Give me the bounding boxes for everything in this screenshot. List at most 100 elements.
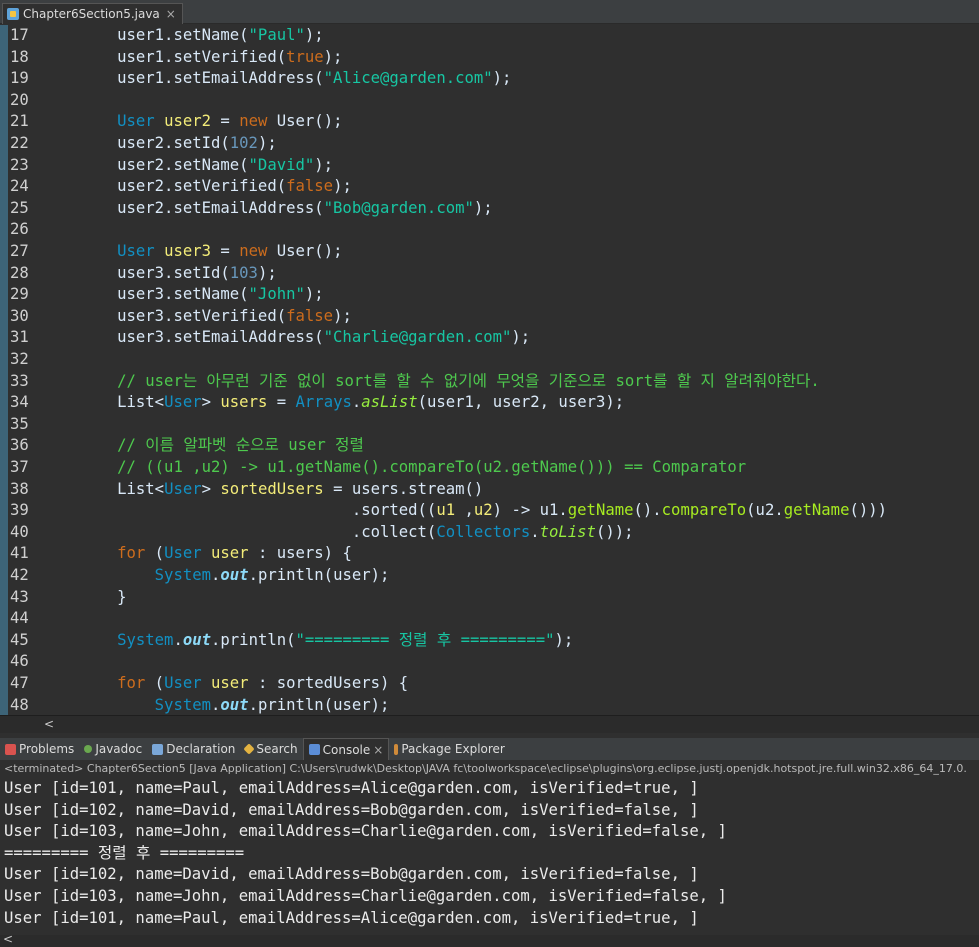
line-number: 42	[10, 566, 29, 584]
package-explorer-icon	[394, 743, 399, 755]
console-line: User [id=101, name=Paul, emailAddress=Al…	[4, 908, 699, 927]
code-line: 23 user2.setName("David");	[0, 155, 979, 177]
code-line: 30 user3.setVerified(false);	[0, 306, 979, 328]
code-line: 17 user1.setName("Paul");	[0, 25, 979, 47]
close-icon[interactable]: ×	[166, 7, 176, 21]
line-number: 24	[10, 177, 29, 196]
tab-declaration[interactable]: Declaration	[147, 738, 240, 760]
code-line: 48 System.out.println(user);	[0, 695, 979, 715]
code-line: 27 User user3 = new User();	[0, 241, 979, 263]
code-text: List<User> sortedUsers = users.stream()	[117, 479, 484, 498]
code-text: System.out.println(user);	[154, 695, 390, 714]
code-text: }	[117, 587, 127, 606]
code-line: 36 // 이름 알파벳 순으로 user 정렬	[0, 435, 979, 457]
scroll-left-icon[interactable]: <	[44, 717, 54, 731]
code-line: 38 List<User> sortedUsers = users.stream…	[0, 479, 979, 501]
code-line: 39 .sorted((u1 ,u2) -> u1.getName().comp…	[0, 500, 979, 522]
line-number: 41	[10, 544, 29, 563]
line-number: 46	[10, 652, 29, 671]
code-line: 40 .collect(Collectors.toList());	[0, 522, 979, 544]
java-file-icon	[7, 8, 19, 20]
console-line: User [id=103, name=John, emailAddress=Ch…	[4, 886, 727, 905]
line-number: 40	[10, 522, 29, 541]
code-line: 37 // ((u1 ,u2) -> u1.getName().compareT…	[0, 457, 979, 479]
tab-package-explorer[interactable]: Package Explorer	[389, 738, 510, 760]
tab-javadoc[interactable]: Javadoc	[79, 738, 147, 760]
line-number: 20	[10, 90, 29, 109]
tab-label: Javadoc	[95, 742, 143, 756]
line-number: 38	[10, 479, 29, 498]
code-text: user1.setName("Paul");	[117, 26, 334, 44]
editor-tab-chapter6section5[interactable]: Chapter6Section5.java ×	[2, 3, 183, 24]
code-line: 34 List<User> users = Arrays.asList(user…	[0, 392, 979, 414]
code-line: 44	[0, 608, 979, 630]
line-number: 33	[10, 371, 29, 390]
code-line: 20	[0, 90, 979, 112]
tab-search[interactable]: Search	[240, 738, 302, 760]
code-text: user1.setVerified(true);	[117, 47, 343, 66]
code-line: 26	[0, 219, 979, 241]
line-number: 44	[10, 609, 29, 628]
console-status-line: <terminated> Chapter6Section5 [Java Appl…	[0, 761, 979, 777]
console-icon	[308, 744, 320, 755]
problems-icon	[5, 743, 16, 755]
line-number: 43	[10, 587, 29, 606]
line-number: 45	[10, 630, 29, 649]
line-number: 19	[10, 69, 29, 88]
code-text: .collect(Collectors.toList());	[342, 522, 634, 541]
line-number: 47	[10, 674, 29, 692]
line-number: 32	[10, 350, 29, 368]
code-line: 24 user2.setVerified(false);	[0, 176, 979, 198]
code-text: for (User user : users) {	[117, 544, 352, 563]
declaration-icon	[152, 743, 164, 755]
code-line: 41 for (User user : users) {	[0, 543, 979, 565]
editor-tab-bar: Chapter6Section5.java ×	[0, 0, 979, 24]
tab-console[interactable]: Console ×	[302, 738, 390, 760]
code-line: 28 user3.setId(103);	[0, 263, 979, 285]
code-line: 21 User user2 = new User();	[0, 111, 979, 133]
code-line: 31 user3.setEmailAddress("Charlie@garden…	[0, 327, 979, 349]
code-text: user3.setName("John");	[117, 285, 324, 304]
line-number: 48	[10, 695, 29, 714]
line-number: 17	[10, 26, 29, 44]
line-number: 31	[10, 328, 29, 347]
line-number: 18	[10, 47, 29, 66]
line-number: 35	[10, 414, 29, 433]
console-line: User [id=102, name=David, emailAddress=B…	[4, 865, 699, 884]
console-horizontal-scrollbar[interactable]: <	[0, 932, 979, 947]
code-text: user3.setEmailAddress("Charlie@garden.co…	[117, 328, 531, 347]
line-number: 26	[10, 220, 29, 239]
close-icon[interactable]: ×	[373, 743, 383, 757]
code-line: 42 System.out.println(user);	[0, 565, 979, 587]
tab-label: Problems	[19, 742, 75, 756]
editor-horizontal-scrollbar[interactable]: <	[0, 715, 979, 733]
code-line: 33 // user는 아무런 기준 없이 sort를 할 수 없기에 무엇을 …	[0, 371, 979, 393]
scroll-left-icon[interactable]: <	[3, 932, 13, 946]
code-text: for (User user : sortedUsers) {	[117, 674, 409, 692]
javadoc-icon	[84, 745, 93, 753]
tab-label: Package Explorer	[401, 742, 505, 756]
console-output[interactable]: User [id=101, name=Paul, emailAddress=Al…	[0, 778, 979, 933]
line-number: 30	[10, 306, 29, 325]
tab-label: Search	[256, 742, 298, 756]
line-number: 25	[10, 198, 29, 217]
code-text: // 이름 알파벳 순으로 user 정렬	[117, 436, 364, 455]
code-line: 46	[0, 651, 979, 673]
line-number: 27	[10, 242, 29, 260]
bottom-panel-tab-bar: Problems Javadoc Declaration Search Console …	[0, 738, 979, 760]
code-text: System.out.println("========= 정렬 후 =====…	[117, 630, 574, 649]
tab-problems[interactable]: Problems	[0, 738, 79, 760]
code-text: // user는 아무런 기준 없이 sort를 할 수 없기에 무엇을 기준으…	[117, 371, 820, 390]
code-text: // ((u1 ,u2) -> u1.getName().compareTo(u…	[117, 458, 747, 476]
tab-label: Declaration	[166, 742, 236, 756]
console-line: User [id=101, name=Paul, emailAddress=Al…	[4, 779, 699, 797]
code-text: user3.setVerified(false);	[117, 306, 352, 325]
tab-label: Console	[322, 742, 371, 757]
code-line: 29 user3.setName("John");	[0, 284, 979, 306]
code-line: 19 user1.setEmailAddress("Alice@garden.c…	[0, 68, 979, 90]
line-number: 28	[10, 263, 29, 282]
search-icon	[243, 743, 256, 755]
line-number: 23	[10, 155, 29, 174]
code-text: user2.setVerified(false);	[117, 177, 352, 196]
code-editor[interactable]: 17 user1.setName("Paul"); 18 user1.setVe…	[0, 25, 979, 715]
